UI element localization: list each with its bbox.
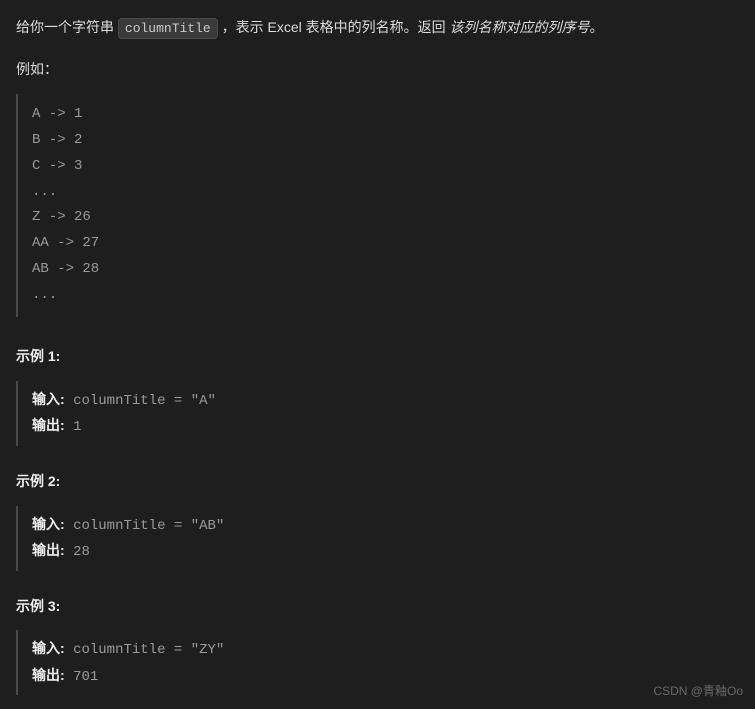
- output-label: 输出:: [32, 542, 65, 558]
- inline-code-columntitle: columnTitle: [118, 18, 218, 39]
- example-1-section: 示例 1: 输入: columnTitle = "A" 输出: 1: [16, 345, 739, 446]
- output-value: 701: [65, 669, 99, 685]
- output-value: 1: [65, 419, 82, 435]
- example-1-block: 输入: columnTitle = "A" 输出: 1: [16, 381, 739, 446]
- input-label: 输入:: [32, 391, 65, 407]
- input-label: 输入:: [32, 516, 65, 532]
- output-label: 输出:: [32, 667, 65, 683]
- watermark-text: CSDN @青釉Oo: [653, 681, 743, 701]
- example-1-input: 输入: columnTitle = "A": [32, 387, 739, 414]
- example-2-title: 示例 2:: [16, 470, 739, 494]
- desc-prefix: 给你一个字符串: [16, 19, 118, 35]
- desc-middle: ，表示 Excel 表格中的列名称。返回: [218, 19, 450, 35]
- output-value: 28: [65, 544, 90, 560]
- example-3-title: 示例 3:: [16, 595, 739, 619]
- desc-suffix: 。: [590, 19, 604, 35]
- example-2-output: 输出: 28: [32, 538, 739, 565]
- example-intro-label: 例如：: [16, 58, 739, 82]
- example-2-input: 输入: columnTitle = "AB": [32, 512, 739, 539]
- example-1-output: 输出: 1: [32, 413, 739, 440]
- example-3-input: 输入: columnTitle = "ZY": [32, 636, 739, 663]
- input-value: columnTitle = "A": [65, 393, 216, 409]
- input-value: columnTitle = "AB": [65, 518, 225, 534]
- desc-italic: 该列名称对应的列序号: [450, 19, 590, 35]
- problem-description: 给你一个字符串 columnTitle ，表示 Excel 表格中的列名称。返回…: [16, 16, 739, 40]
- example-2-block: 输入: columnTitle = "AB" 输出: 28: [16, 506, 739, 571]
- output-label: 输出:: [32, 417, 65, 433]
- example-3-block: 输入: columnTitle = "ZY" 输出: 701: [16, 630, 739, 695]
- example-2-section: 示例 2: 输入: columnTitle = "AB" 输出: 28: [16, 470, 739, 571]
- mapping-code-block: A -> 1 B -> 2 C -> 3 ... Z -> 26 AA -> 2…: [16, 94, 739, 317]
- example-3-output: 输出: 701: [32, 663, 739, 690]
- input-value: columnTitle = "ZY": [65, 642, 225, 658]
- example-3-section: 示例 3: 输入: columnTitle = "ZY" 输出: 701: [16, 595, 739, 696]
- example-1-title: 示例 1:: [16, 345, 739, 369]
- input-label: 输入:: [32, 640, 65, 656]
